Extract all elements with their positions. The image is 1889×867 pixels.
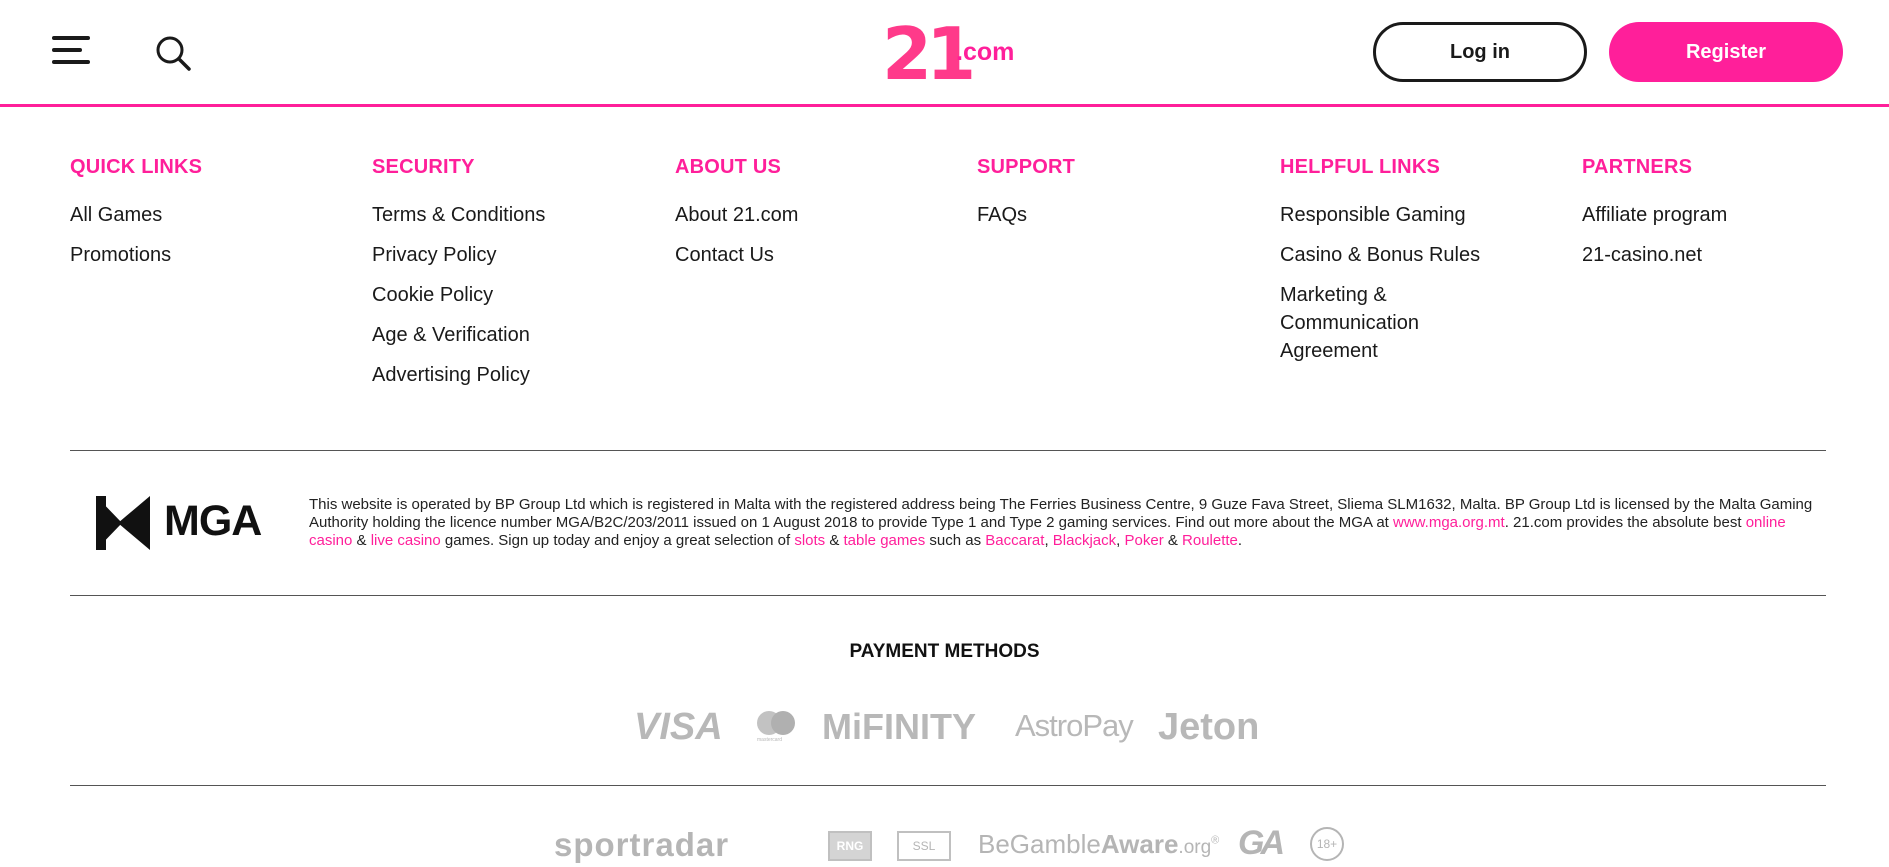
- link-terms[interactable]: Terms & Conditions: [372, 201, 652, 229]
- logo-domain: .com: [956, 38, 1015, 66]
- register-button[interactable]: Register: [1609, 22, 1843, 82]
- begambleaware-logo: BeGambleAware.org®: [978, 829, 1219, 860]
- license-text-2: . 21.com provides the absolute best: [1504, 514, 1746, 531]
- column-title: ABOUT US: [675, 156, 782, 178]
- mastercard-caption: mastercard: [757, 737, 783, 743]
- column-title: HELPFUL LINKS: [1280, 156, 1441, 178]
- divider: [70, 785, 1826, 786]
- visa-logo: VISA: [634, 706, 723, 748]
- column-title: PARTNERS: [1582, 156, 1693, 178]
- jeton-logo: Jeton: [1158, 706, 1260, 748]
- mga-logo[interactable]: MGA: [96, 496, 268, 550]
- column-partners: PARTNERS Affiliate program 21-casino.net: [1582, 156, 1862, 281]
- mastercard-icon: [757, 711, 795, 735]
- column-quick-links: QUICK LINKS All Games Promotions: [70, 156, 350, 281]
- license-text-period: .: [1237, 532, 1243, 549]
- column-title: QUICK LINKS: [70, 156, 203, 178]
- link-faqs[interactable]: FAQs: [977, 201, 1257, 229]
- link-promotions[interactable]: Promotions: [70, 241, 350, 269]
- license-text-comma: ,: [1116, 532, 1125, 549]
- sportradar-logo: sportradar: [554, 826, 730, 863]
- link-about[interactable]: About 21.com: [675, 201, 955, 229]
- astropay-logo: AstroPay: [1015, 708, 1134, 743]
- begambleaware-text-3: .org: [1178, 837, 1212, 858]
- menu-line: [52, 36, 90, 40]
- mifinity-logo: MiFINITY: [822, 706, 976, 747]
- license-text-comma: ,: [1044, 532, 1053, 549]
- mastercard-logo: mastercard: [756, 710, 796, 750]
- column-support: SUPPORT FAQs: [977, 156, 1257, 241]
- site-logo[interactable]: 21 .com: [882, 12, 1015, 96]
- mga-label: MGA: [164, 497, 262, 545]
- begambleaware-reg: ®: [1211, 834, 1220, 847]
- link-baccarat[interactable]: Baccarat: [985, 532, 1044, 549]
- link-slots[interactable]: slots: [794, 532, 825, 549]
- divider: [70, 450, 1826, 451]
- link-casino-bonus-rules[interactable]: Casino & Bonus Rules: [1280, 241, 1480, 269]
- link-table-games[interactable]: table games: [844, 532, 926, 549]
- license-text-3: games. Sign up today and enjoy a great s…: [440, 532, 795, 549]
- begambleaware-text-2: Aware: [1100, 829, 1179, 859]
- license-text-amp: &: [352, 532, 371, 549]
- rng-badge: RNG: [828, 831, 872, 861]
- link-cookie[interactable]: Cookie Policy: [372, 281, 652, 309]
- site-header: 21 .com Log in Register: [0, 0, 1889, 107]
- payment-methods-title: PAYMENT METHODS: [849, 641, 1040, 662]
- link-21-casino[interactable]: 21-casino.net: [1582, 241, 1862, 269]
- mga-emblem-icon: [96, 496, 150, 550]
- ssl-badge: SSL: [897, 831, 951, 861]
- link-blackjack[interactable]: Blackjack: [1053, 532, 1116, 549]
- gambling-anonymous-logo: GA: [1238, 824, 1285, 862]
- license-text-amp: &: [1163, 532, 1183, 549]
- column-title: SUPPORT: [977, 156, 1076, 178]
- column-title: SECURITY: [372, 156, 475, 178]
- link-live-casino[interactable]: live casino: [371, 532, 441, 549]
- link-all-games[interactable]: All Games: [70, 201, 350, 229]
- column-about-us: ABOUT US About 21.com Contact Us: [675, 156, 955, 281]
- link-responsible-gaming[interactable]: Responsible Gaming: [1280, 201, 1480, 229]
- column-helpful-links: HELPFUL LINKS Responsible Gaming Casino …: [1280, 156, 1480, 377]
- divider: [70, 595, 1826, 596]
- login-button[interactable]: Log in: [1373, 22, 1587, 82]
- age-18-badge: 18+: [1310, 827, 1344, 861]
- license-text: This website is operated by BP Group Ltd…: [309, 496, 1825, 550]
- begambleaware-text-1: BeGamble: [978, 829, 1101, 859]
- menu-line: [52, 60, 90, 64]
- menu-line: [52, 48, 82, 52]
- column-security: SECURITY Terms & Conditions Privacy Poli…: [372, 156, 652, 401]
- license-text-4: such as: [925, 532, 986, 549]
- link-privacy[interactable]: Privacy Policy: [372, 241, 652, 269]
- hamburger-menu-icon[interactable]: [52, 36, 90, 66]
- link-marketing-agreement[interactable]: Marketing & Communication Agreement: [1280, 281, 1480, 365]
- trust-badges: sportradar RNG SSL BeGambleAware.org® GA…: [0, 822, 1889, 867]
- link-age-verification[interactable]: Age & Verification: [372, 321, 652, 349]
- payment-logos: VISA mastercard MiFINITY AstroPay Jeton: [0, 700, 1889, 752]
- link-contact[interactable]: Contact Us: [675, 241, 955, 269]
- link-mga-site[interactable]: www.mga.org.mt: [1393, 514, 1505, 531]
- link-affiliate[interactable]: Affiliate program: [1582, 201, 1862, 229]
- link-roulette[interactable]: Roulette: [1182, 532, 1238, 549]
- link-advertising[interactable]: Advertising Policy: [372, 361, 652, 389]
- license-text-amp: &: [825, 532, 844, 549]
- link-poker[interactable]: Poker: [1125, 532, 1164, 549]
- search-icon[interactable]: [154, 34, 192, 72]
